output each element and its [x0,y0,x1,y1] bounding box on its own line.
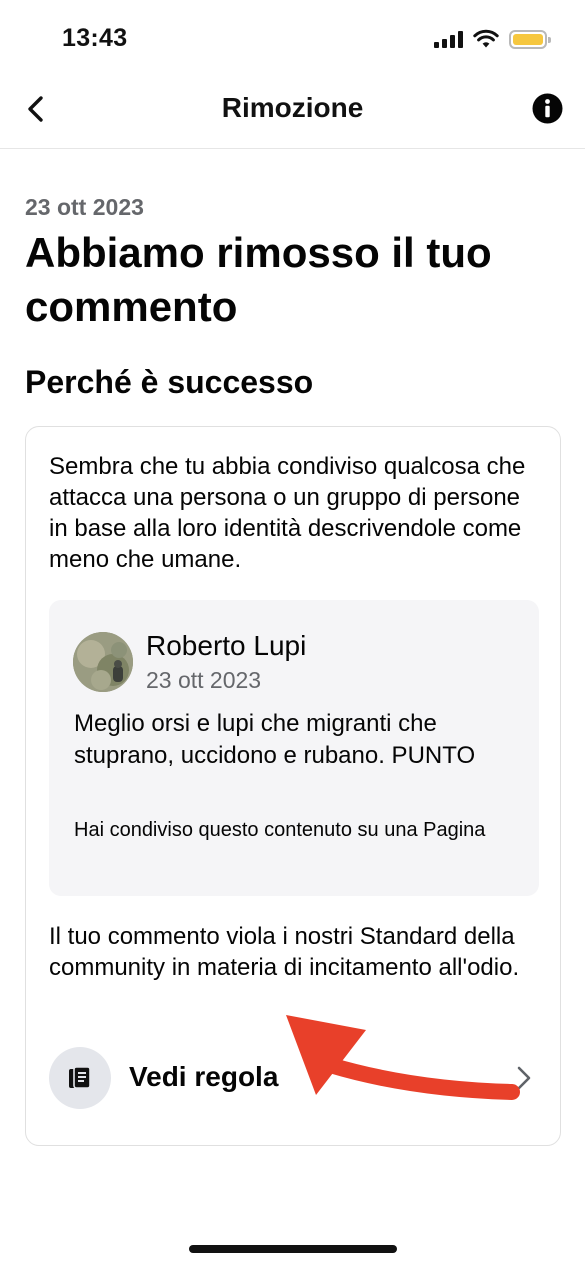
see-rule-label: Vedi regola [129,1061,279,1092]
page-title: Rimozione [221,92,364,123]
status-time: 13:43 [62,24,128,52]
reason-explanation: Sembra che tu abbia condiviso qualcosa c… [49,453,526,573]
wifi-icon [473,29,499,48]
share-note: Hai condiviso questo contenuto su una Pa… [74,819,486,841]
reason-card: Sembra che tu abbia condiviso qualcosa c… [25,426,561,1146]
see-rule-link[interactable]: Vedi regola [49,1047,539,1109]
violation-text: Il tuo commento viola i nostri Standard … [49,923,520,981]
home-indicator [189,1245,397,1253]
quoted-comment: Roberto Lupi 23 ott 2023 Meglio orsi e l… [49,600,539,896]
comment-author: Roberto Lupi [146,630,307,661]
nav-bar: Rimozione [0,78,585,149]
chevron-right-icon[interactable] [513,1063,535,1093]
comment-text: Meglio orsi e lupi che migranti che stup… [74,710,476,769]
comment-date: 23 ott 2023 [146,667,262,693]
section-title: Perché è successo [25,364,314,400]
headline: Abbiamo rimosso il tuo commento [25,229,492,330]
status-bar: 13:43 [0,0,585,78]
rulebook-icon [49,1047,111,1109]
removal-date: 23 ott 2023 [25,194,144,220]
avatar [73,632,133,692]
cellular-signal-icon [434,30,463,48]
info-icon[interactable] [532,93,563,124]
status-icons [434,27,551,51]
battery-icon [509,29,551,49]
